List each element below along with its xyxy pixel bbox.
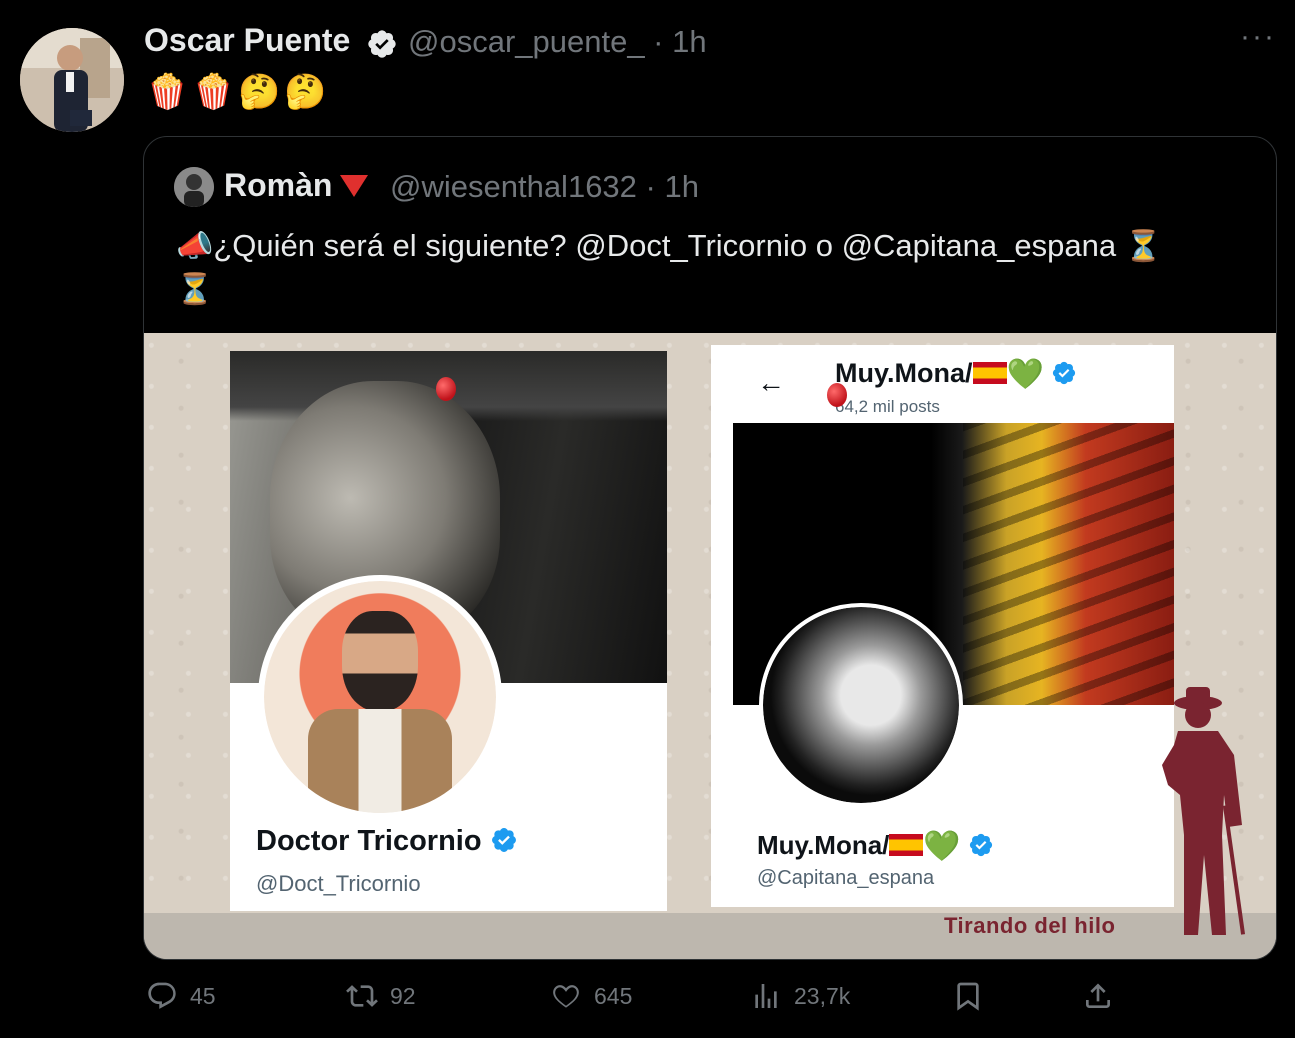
profile-card-doctor-tricornio: Doctor Tricornio @Doct_Tricornio — [230, 351, 667, 911]
header-title-text: Muy.Mona/ — [835, 358, 973, 388]
verified-badge-icon — [366, 28, 398, 60]
pushpin-icon — [436, 377, 456, 401]
brand-text: Tirando del hilo — [944, 913, 1116, 938]
silhouette-logo — [1154, 685, 1250, 945]
profile-handle: @Capitana_espana — [757, 867, 935, 889]
quoted-tweet-text: 📣¿Quién será el siguiente? @Doct_Tricorn… — [176, 225, 1246, 311]
popcorn-emoji: 🍿 — [192, 73, 235, 111]
profile-name: Muy.Mona/ 💚 — [757, 829, 996, 864]
profile-handle: @Doct_Tricornio — [256, 871, 421, 896]
profile-avatar-photo — [759, 603, 963, 807]
profile-name-text: Muy.Mona/ — [757, 830, 890, 860]
repost-count: 92 — [390, 982, 416, 1009]
spain-flag-icon — [889, 834, 924, 856]
profile-post-count: 64,2 mil posts — [835, 397, 940, 416]
green-heart-emoji: 💚 — [923, 830, 961, 863]
thinking-emoji: 🤔 — [284, 73, 327, 111]
quoted-author-avatar[interactable] — [174, 167, 214, 207]
quoted-author-name[interactable]: Romàn — [224, 167, 332, 204]
quoted-author-handle[interactable]: @wiesenthal1632 · 1h — [390, 169, 699, 205]
pushpin-icon — [827, 383, 847, 407]
profile-name: Doctor Tricornio — [256, 825, 518, 858]
views-icon — [755, 984, 777, 1008]
green-heart-emoji: 💚 — [1006, 358, 1044, 391]
hourglass-emoji: ⏳ — [1124, 230, 1163, 263]
more-icon[interactable]: ··· — [1240, 20, 1276, 54]
reply-button[interactable]: 45 — [146, 980, 216, 1012]
profile-header-title: Muy.Mona/ 💚 — [835, 357, 1079, 392]
verified-badge-icon — [1051, 360, 1079, 388]
red-triangle-icon — [340, 175, 368, 197]
thinking-emoji: 🤔 — [238, 73, 281, 111]
verified-badge-icon — [490, 826, 518, 854]
reply-icon — [148, 982, 176, 1009]
like-icon — [553, 985, 579, 1008]
views-count: 23,7k — [794, 982, 851, 1009]
hourglass-emoji: ⏳ — [176, 273, 214, 306]
avatar-photo — [763, 607, 959, 803]
share-button[interactable] — [1082, 980, 1114, 1012]
flag-folds — [963, 423, 1174, 705]
profile-card-muy-mona: ← Muy.Mona/ 💚 64,2 mil posts Muy.Mona/ 💚 @… — [711, 345, 1174, 907]
profile-avatar-illustration — [258, 575, 502, 819]
avatar-body — [308, 709, 452, 813]
reply-count: 45 — [190, 982, 216, 1009]
verified-badge-icon — [968, 832, 996, 860]
repost-button[interactable]: 92 — [346, 980, 416, 1012]
like-button[interactable]: 645 — [550, 980, 632, 1012]
views-button[interactable]: 23,7k — [750, 980, 850, 1012]
like-count: 645 — [594, 982, 633, 1009]
bookmark-button[interactable] — [952, 980, 984, 1012]
share-icon — [1086, 983, 1110, 1008]
repost-icon — [346, 985, 378, 1007]
avatar-head — [342, 611, 418, 711]
author-handle[interactable]: @oscar_puente_ · 1h — [408, 24, 707, 60]
quoted-text-body: ¿Quién será el siguiente? @Doct_Tricorni… — [213, 228, 1117, 263]
popcorn-emoji: 🍿 — [146, 73, 189, 111]
quoted-tweet[interactable]: Romàn @wiesenthal1632 · 1h 📣¿Quién será … — [143, 136, 1277, 960]
bookmark-icon — [957, 982, 979, 1011]
back-arrow-icon: ← — [757, 367, 785, 398]
profile-name-text: Doctor Tricornio — [256, 825, 482, 857]
quoted-media-image[interactable]: Doctor Tricornio @Doct_Tricornio ← Muy.M… — [144, 333, 1276, 959]
tweet-text: 🍿 🍿 🤔 🤔 — [146, 72, 327, 114]
author-name[interactable]: Oscar Puente — [144, 22, 350, 59]
spain-flag-icon — [972, 362, 1007, 384]
megaphone-emoji: 📣 — [176, 230, 214, 263]
author-avatar[interactable] — [20, 28, 124, 132]
